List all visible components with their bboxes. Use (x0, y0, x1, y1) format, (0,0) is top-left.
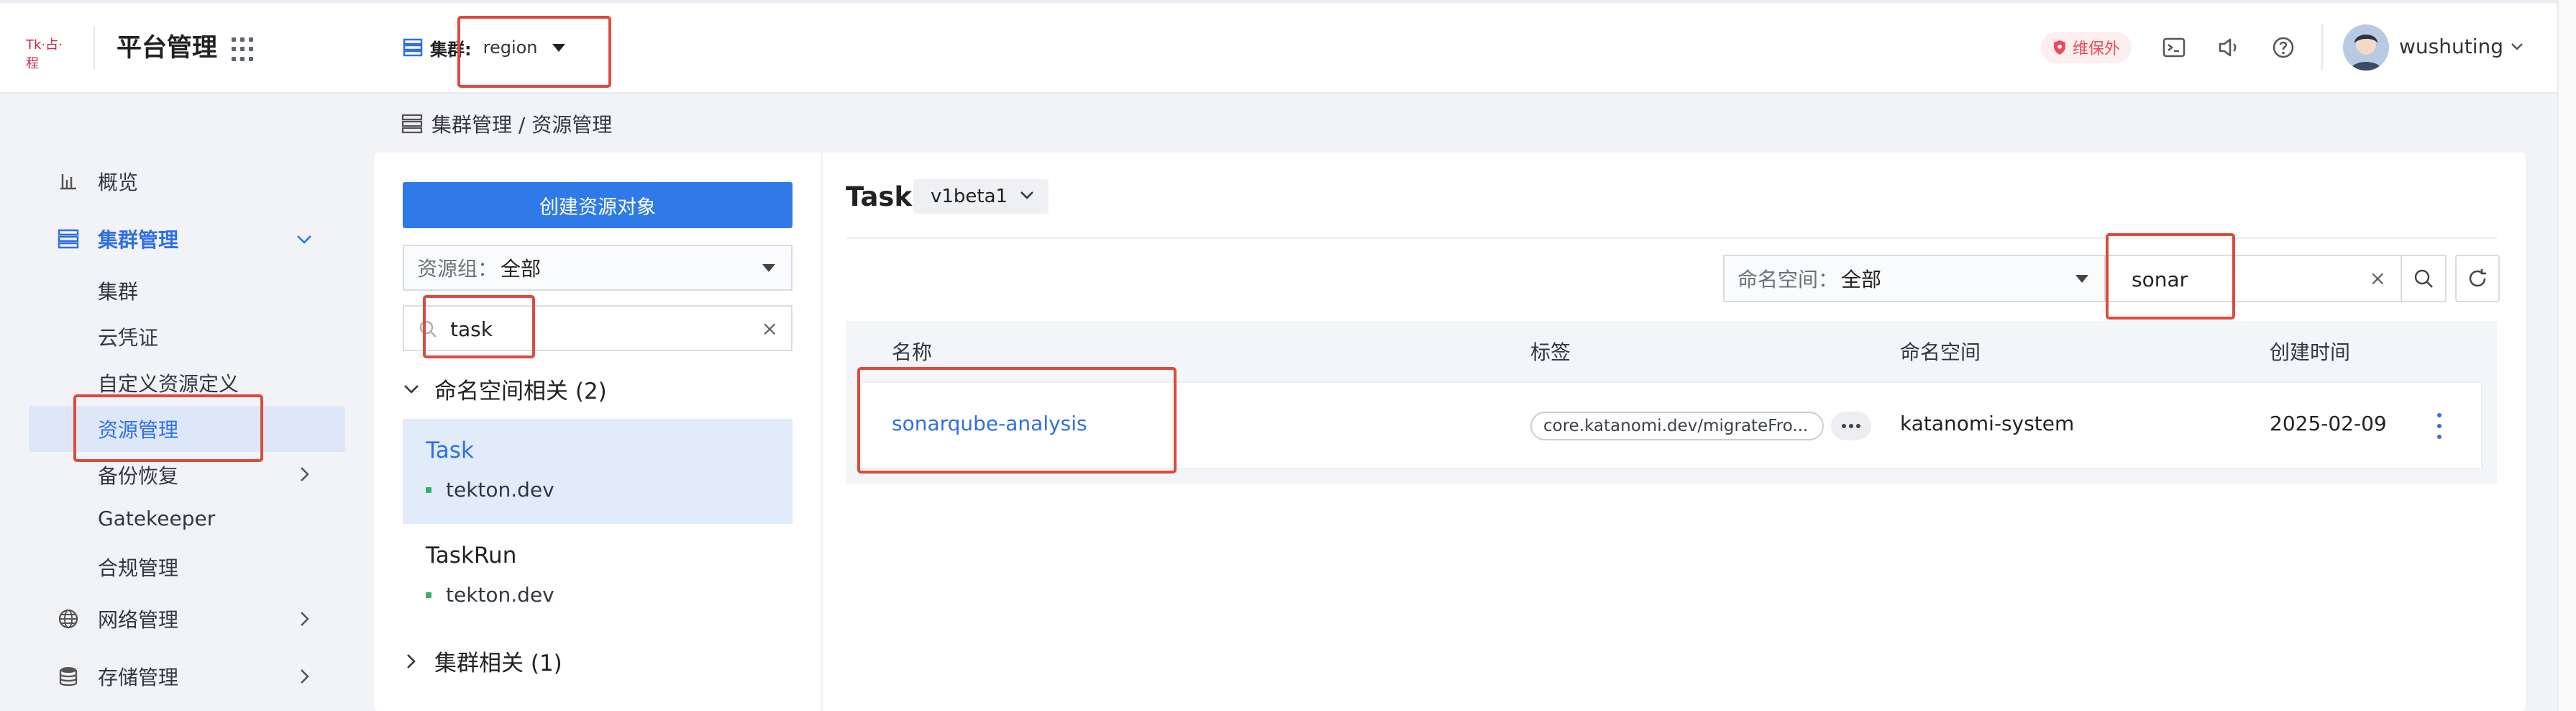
maintenance-badge: 维保外 (2041, 32, 2132, 63)
resource-group: tekton.dev (426, 583, 554, 607)
sidebar-item-label: 存储管理 (98, 666, 179, 689)
caret-down-icon (552, 43, 565, 52)
username: wushuting (2399, 35, 2504, 58)
group-label: 命名空间相关 (2) (434, 379, 607, 404)
label-tag: core.katanomi.dev/migrateFro... (1530, 412, 1824, 440)
group-namespaced[interactable]: 命名空间相关 (2) (403, 373, 607, 405)
more-labels-button[interactable] (1831, 412, 1871, 440)
resource-group-text: tekton.dev (446, 478, 554, 502)
resource-filter-input[interactable]: task × (403, 305, 793, 351)
scrollbar[interactable] (2557, 0, 2576, 711)
breadcrumb-text: 集群管理 / 资源管理 (431, 113, 613, 137)
group-dot-icon (426, 486, 431, 493)
chevron-down-icon (297, 235, 311, 244)
search-value: sonar (2132, 268, 2188, 291)
user-menu[interactable]: wushuting (2399, 35, 2524, 58)
clear-icon[interactable]: × (762, 317, 778, 340)
database-icon (56, 664, 81, 689)
resource-item-task[interactable]: Task tekton.dev (403, 419, 793, 524)
caret-down-icon (762, 263, 775, 272)
maintenance-badge-label: 维保外 (2073, 40, 2121, 58)
namespace-cell: katanomi-system (1900, 412, 2075, 435)
resource-group-text: tekton.dev (446, 583, 554, 607)
panel-divider (821, 153, 823, 711)
sidebar-subitem-backup-restore[interactable]: 备份恢复 (98, 461, 178, 489)
resource-item-taskrun[interactable]: TaskRun tekton.dev (403, 524, 793, 629)
column-header-labels: 标签 (1530, 340, 1571, 364)
logo[interactable]: Tk·占·程 (26, 35, 69, 71)
create-resource-button[interactable]: 创建资源对象 (403, 182, 793, 228)
clear-icon[interactable]: × (2370, 266, 2386, 290)
group-dot-icon (426, 592, 431, 598)
sidebar-subitem-gatekeeper[interactable]: Gatekeeper (98, 507, 215, 530)
sidebar-subitem-cluster[interactable]: 集群 (98, 276, 138, 305)
column-header-namespace: 命名空间 (1900, 340, 1981, 364)
sidebar-active-highlight (29, 406, 345, 452)
sidebar-subitem-cloud-credential[interactable]: 云凭证 (98, 322, 158, 351)
resource-filter-value: task (450, 317, 493, 341)
platform-title: 平台管理 (117, 34, 218, 63)
header-tools: 维保外 (2041, 27, 2296, 68)
created-cell: 2025-02-09 (2270, 412, 2387, 435)
sidebar-subitem-crd[interactable]: 自定义资源定义 (98, 368, 239, 397)
cluster-icon (401, 114, 423, 134)
cluster-value: region (483, 37, 538, 58)
search-icon (2414, 269, 2433, 288)
group-cluster-scoped[interactable]: 集群相关 (1) (403, 645, 562, 677)
terminal-icon[interactable] (2162, 35, 2186, 60)
column-header-name: 名称 (892, 340, 933, 364)
namespace-label: 命名空间： (1737, 268, 1839, 291)
cluster-label: 集群: (430, 39, 472, 60)
chevron-right-icon (301, 669, 309, 684)
chevron-down-icon (2511, 42, 2523, 50)
resource-name: Task (426, 438, 474, 463)
cluster-select[interactable]: 集群: region (403, 32, 565, 63)
chevron-right-icon (301, 612, 309, 626)
sidebar-subitem-resource-management[interactable]: 资源管理 (98, 415, 178, 443)
resource-group: tekton.dev (426, 478, 554, 502)
version-value: v1beta1 (931, 186, 1008, 207)
cluster-icon (403, 38, 423, 57)
resource-name: TaskRun (426, 543, 517, 569)
sidebar-subitem-compliance[interactable]: 合规管理 (98, 553, 178, 581)
shield-icon (2054, 40, 2065, 55)
resource-name-link[interactable]: sonarqube-analysis (892, 412, 1087, 435)
breadcrumb: 集群管理 / 资源管理 (401, 109, 612, 138)
search-button[interactable] (2401, 255, 2447, 302)
namespace-select[interactable]: 命名空间： 全部 (1723, 255, 2106, 302)
resource-group-select[interactable]: 资源组： 全部 (403, 245, 793, 291)
kind-title: Task (846, 181, 913, 212)
top-border (0, 0, 2576, 3)
resource-group-value: 全部 (501, 257, 542, 281)
namespace-value: 全部 (1841, 268, 1882, 291)
refresh-icon (2469, 269, 2486, 287)
chevron-right-icon (407, 653, 416, 669)
group-label: 集群相关 (1) (434, 651, 562, 676)
globe-icon (56, 607, 81, 631)
version-select[interactable]: v1beta1 (913, 179, 1049, 214)
bar-chart-icon (56, 169, 81, 194)
resource-group-label: 资源组： (417, 257, 498, 281)
chevron-down-icon (1020, 191, 1033, 199)
header-divider (93, 26, 95, 69)
help-icon[interactable] (2271, 35, 2296, 60)
sidebar-item-label: 概览 (98, 171, 139, 194)
sidebar-item-label: 集群管理 (98, 228, 179, 252)
speaker-icon[interactable] (2216, 35, 2241, 60)
search-input[interactable]: sonar × (2107, 255, 2402, 302)
chevron-right-icon (301, 467, 309, 481)
search-icon (419, 320, 437, 338)
cluster-icon (56, 227, 81, 251)
sidebar-item-label: 网络管理 (98, 608, 179, 632)
user-divider (2321, 24, 2323, 71)
chevron-down-icon (404, 384, 419, 394)
apps-grid-icon[interactable] (232, 37, 256, 62)
column-header-created: 创建时间 (2270, 340, 2351, 364)
header-divider-line (846, 237, 2497, 239)
avatar[interactable] (2343, 24, 2389, 71)
caret-down-icon (2075, 274, 2088, 283)
refresh-button[interactable] (2455, 255, 2500, 302)
row-actions-icon[interactable] (2432, 412, 2447, 440)
more-horizontal-icon (1842, 424, 1860, 428)
